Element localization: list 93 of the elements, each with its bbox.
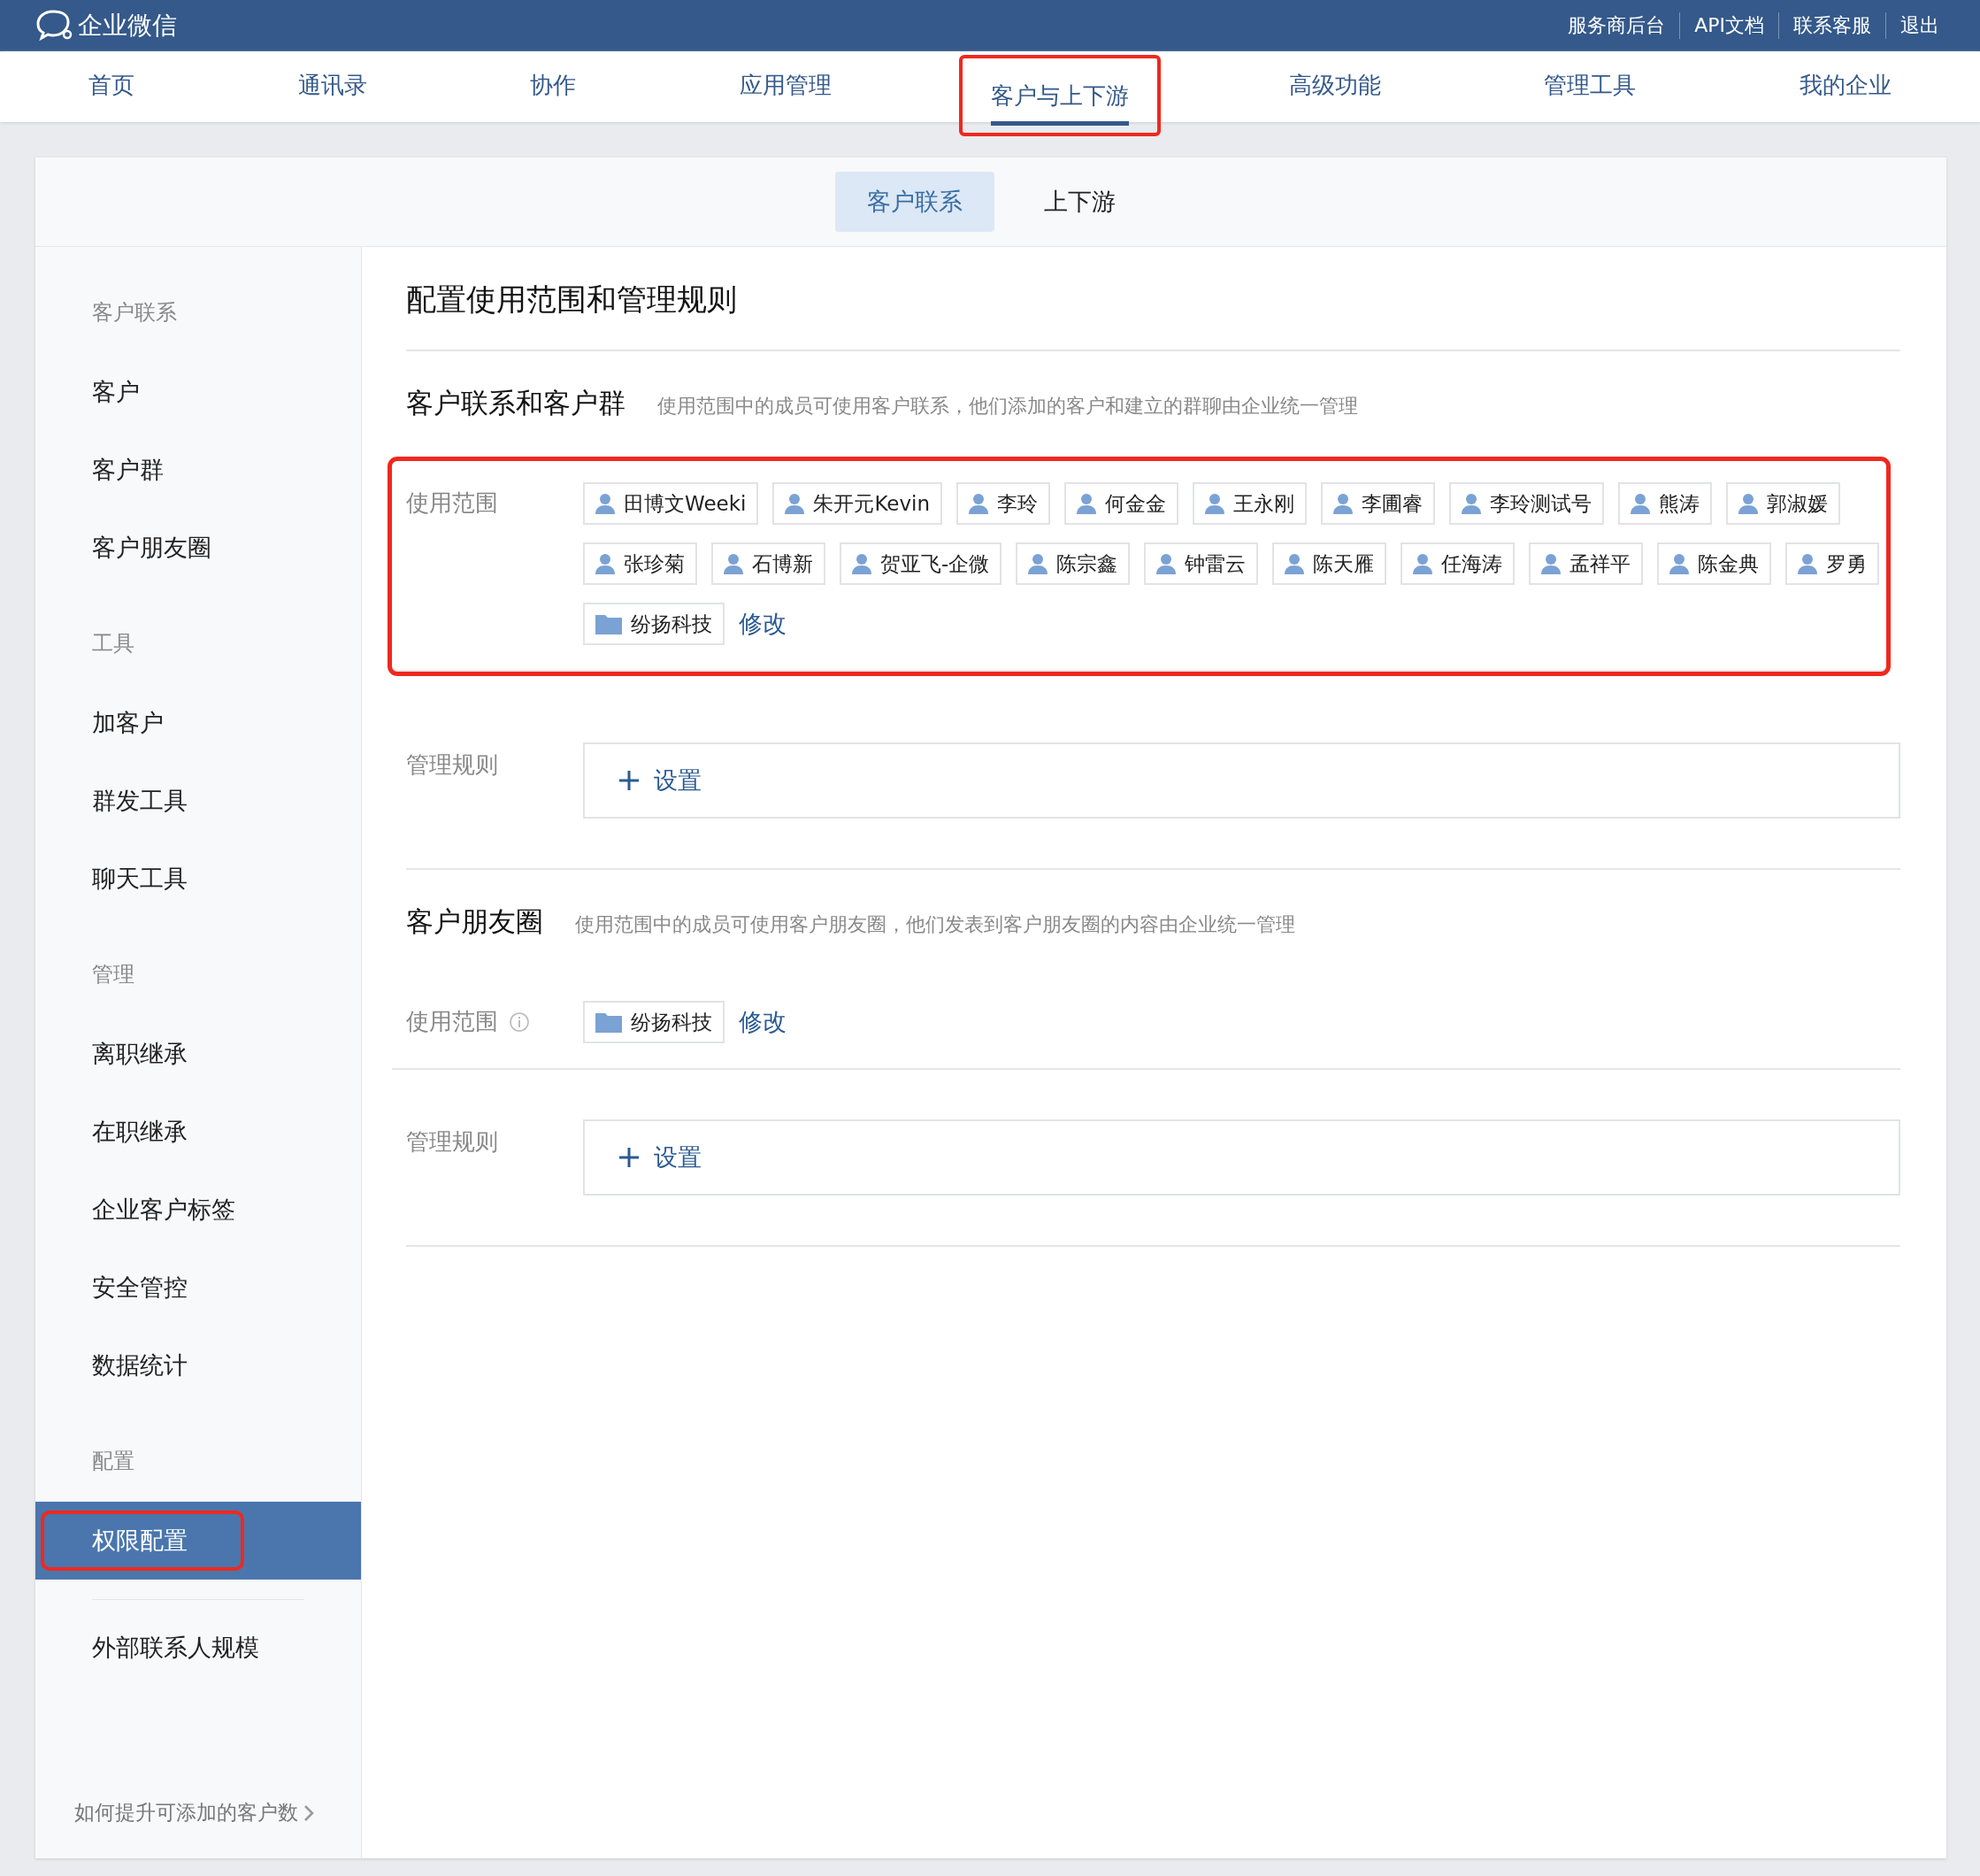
member-tag: 何金金	[1064, 482, 1179, 525]
sub-tab[interactable]: 客户联系	[834, 172, 994, 232]
sidebar-item[interactable]: 加客户	[35, 684, 361, 762]
help-link[interactable]: 如何提升可添加的客户数	[35, 1799, 314, 1858]
person-icon	[852, 553, 871, 574]
add-rule-button[interactable]: 设置	[583, 1119, 1900, 1196]
member-tag: 田博文Weeki	[583, 482, 759, 525]
member-tag: 钟雷云	[1144, 542, 1259, 585]
logo-text: 企业微信	[78, 10, 177, 42]
member-tag: 李玲	[956, 482, 1051, 525]
sidebar-item[interactable]: 客户群	[35, 431, 361, 509]
member-tag: 贺亚飞-企微	[840, 542, 1002, 585]
sidebar-item[interactable]: 群发工具	[35, 762, 361, 840]
sidebar-item[interactable]: 权限配置	[35, 1502, 361, 1580]
person-icon	[724, 553, 743, 574]
member-tag: 罗勇	[1785, 542, 1880, 585]
person-icon	[1205, 493, 1225, 514]
page-title: 配置使用范围和管理规则	[406, 247, 1900, 351]
plus-icon	[618, 1147, 640, 1168]
section-description: 使用范围中的成员可使用客户朋友圈，他们发表到客户朋友圈的内容由企业统一管理	[575, 912, 1295, 937]
sidebar-item[interactable]: 外部联系人规模	[35, 1609, 361, 1687]
nav-tab[interactable]: 首页	[88, 51, 134, 122]
person-icon	[1631, 493, 1651, 514]
sidebar-heading: 配置	[91, 1448, 134, 1475]
person-icon	[785, 493, 805, 514]
member-tag: 任海涛	[1401, 542, 1516, 585]
nav-tab[interactable]: 客户与上下游	[991, 65, 1130, 126]
header-link[interactable]: 退出	[1885, 12, 1953, 39]
person-icon	[1285, 553, 1305, 574]
sidebar-item[interactable]: 在职继承	[35, 1093, 361, 1171]
sidebar-item[interactable]: 客户	[35, 353, 361, 431]
person-icon	[1462, 493, 1482, 514]
member-tag: 张珍菊	[583, 542, 697, 585]
member-tag: 陈天雁	[1272, 542, 1387, 585]
header-link[interactable]: 联系客服	[1778, 12, 1885, 39]
member-tag: 孟祥平	[1529, 542, 1644, 585]
nav-tab[interactable]: 管理工具	[1544, 51, 1637, 122]
person-icon	[1028, 553, 1048, 574]
person-icon	[595, 493, 615, 514]
member-tag: 石博新	[711, 542, 825, 585]
edit-link[interactable]: 修改	[739, 608, 787, 640]
sidebar-heading: 管理	[91, 961, 134, 988]
header-link[interactable]: API文档	[1679, 12, 1778, 39]
member-tag: 朱开元Kevin	[772, 482, 943, 525]
sidebar-heading: 工具	[91, 630, 134, 657]
member-tag: 李玲测试号	[1449, 482, 1605, 525]
field-label: 使用范围	[406, 1007, 498, 1036]
person-icon	[1738, 493, 1759, 514]
member-tag: 王永刚	[1193, 482, 1308, 525]
nav-tab[interactable]: 协作	[530, 51, 577, 122]
nav-tab[interactable]: 通讯录	[297, 51, 367, 122]
edit-link[interactable]: 修改	[739, 1006, 787, 1038]
member-tag: 纷扬科技	[583, 1001, 725, 1043]
add-rule-button[interactable]: 设置	[583, 742, 1900, 819]
sidebar-item[interactable]: 数据统计	[35, 1326, 361, 1404]
person-icon	[1333, 493, 1354, 514]
person-icon	[595, 553, 615, 574]
member-tag: 熊涛	[1618, 482, 1713, 525]
person-icon	[1798, 553, 1818, 574]
person-icon	[1156, 553, 1177, 574]
chevron-right-icon	[303, 1803, 314, 1822]
section-description: 使用范围中的成员可使用客户联系，他们添加的客户和建立的群聊由企业统一管理	[657, 394, 1358, 419]
nav-tab[interactable]: 高级功能	[1288, 51, 1381, 122]
nav-tab[interactable]: 应用管理	[739, 51, 832, 122]
field-label: 使用范围	[406, 488, 498, 518]
person-icon	[969, 493, 989, 514]
field-label: 管理规则	[406, 750, 498, 780]
section-title: 客户朋友圈	[406, 904, 543, 939]
chat-bubble-icon	[35, 8, 74, 43]
plus-icon	[618, 770, 640, 791]
member-tag: 纷扬科技	[583, 603, 725, 645]
sidebar-item[interactable]: 离职继承	[35, 1015, 361, 1093]
person-icon	[1077, 493, 1097, 514]
sidebar-heading: 客户联系	[91, 299, 177, 327]
member-tag: 郭淑媛	[1726, 482, 1841, 525]
member-tag: 李圃睿	[1321, 482, 1436, 525]
person-icon	[1669, 553, 1690, 574]
sidebar-item[interactable]: 企业客户标签	[35, 1171, 361, 1249]
header-link[interactable]: 服务商后台	[1554, 12, 1680, 39]
member-tag: 陈宗鑫	[1016, 542, 1131, 585]
info-icon[interactable]	[509, 1011, 530, 1033]
sub-tab[interactable]: 上下游	[1011, 172, 1147, 232]
nav-tab[interactable]: 我的企业	[1799, 51, 1892, 122]
person-icon	[1413, 553, 1433, 574]
sidebar-item[interactable]: 聊天工具	[35, 840, 361, 918]
folder-icon	[595, 613, 622, 634]
member-tag: 陈金典	[1657, 542, 1772, 585]
section-title: 客户联系和客户群	[406, 386, 625, 420]
sidebar-item[interactable]: 客户朋友圈	[35, 509, 361, 587]
field-label: 管理规则	[406, 1127, 498, 1157]
person-icon	[1541, 553, 1562, 574]
sidebar-item[interactable]: 安全管控	[35, 1249, 361, 1326]
folder-icon	[595, 1011, 622, 1033]
